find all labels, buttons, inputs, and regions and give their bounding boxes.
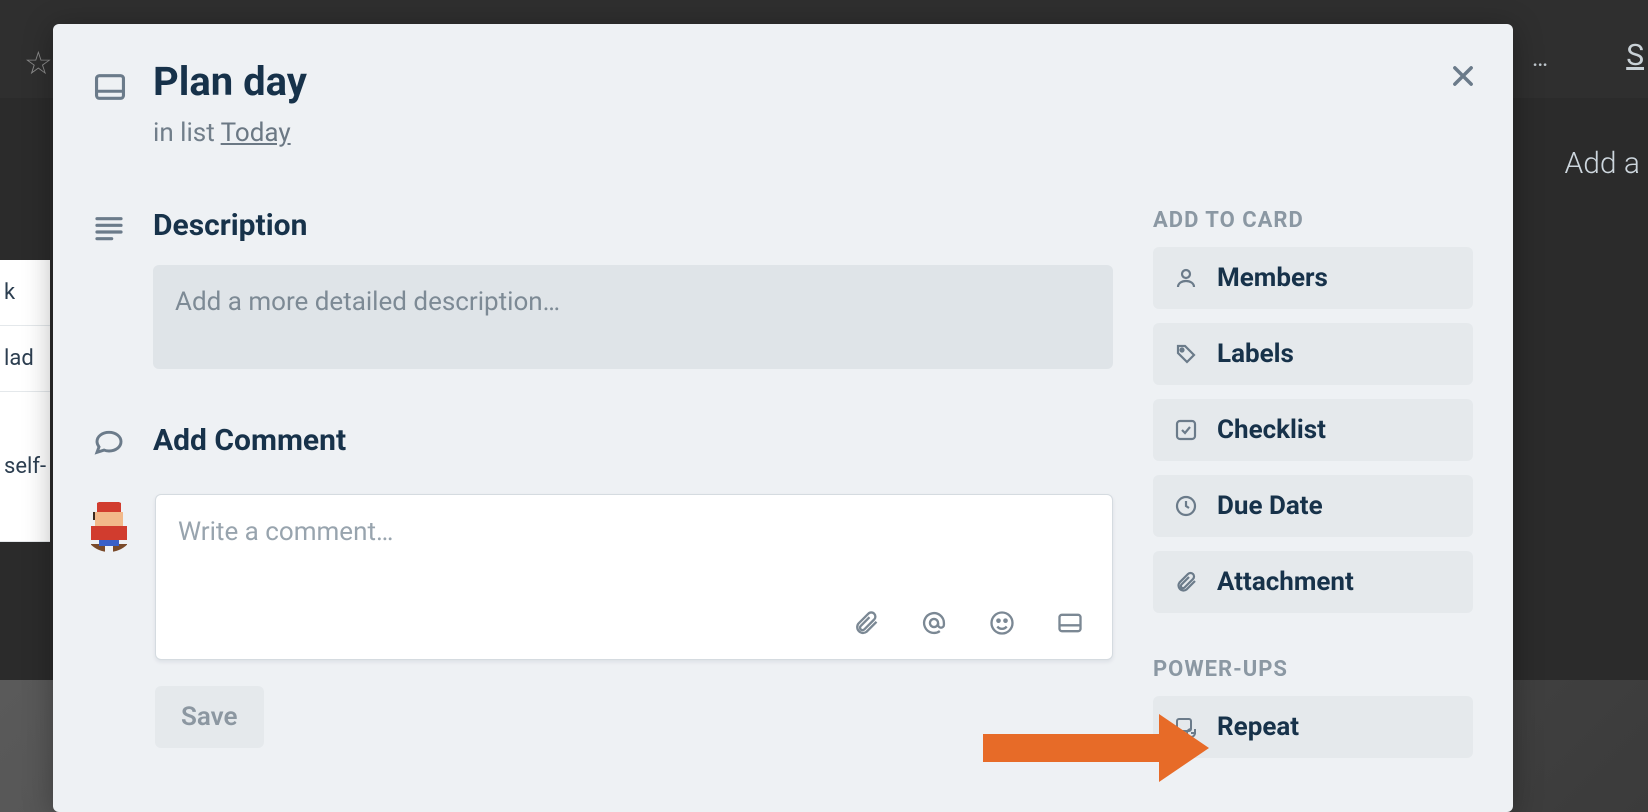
list-link[interactable]: Today [221, 118, 291, 148]
user-avatar[interactable] [83, 500, 135, 552]
close-button[interactable] [1437, 52, 1489, 104]
avatar-image [83, 500, 135, 552]
comment-input[interactable] [156, 495, 1112, 599]
ellipsis-icon: … [1532, 44, 1550, 72]
card-header: Plan day in list Today [93, 58, 1473, 148]
card-list-location: in list Today [153, 118, 307, 148]
background-list: k lad self- [0, 260, 50, 542]
background-card: self- [0, 392, 50, 542]
bg-text: self- [4, 454, 46, 479]
add-to-card-heading: ADD TO CARD [1153, 208, 1473, 233]
attachment-icon[interactable] [852, 609, 880, 641]
labels-button[interactable]: Labels [1153, 323, 1473, 385]
comment-section: Add Comment [93, 423, 1113, 480]
close-icon [1449, 62, 1477, 94]
power-ups-heading: POWER-UPS [1153, 657, 1473, 682]
due-date-button[interactable]: Due Date [1153, 475, 1473, 537]
person-icon [1173, 265, 1199, 291]
clock-icon [1173, 493, 1199, 519]
members-button[interactable]: Members [1153, 247, 1473, 309]
background-add-list: Add a [1557, 130, 1648, 197]
save-comment-button[interactable]: Save [155, 686, 264, 748]
description-input[interactable]: Add a more detailed description… [153, 265, 1113, 369]
star-icon: ☆ [24, 44, 53, 82]
tag-icon [1173, 341, 1199, 367]
repeat-button[interactable]: Repeat [1153, 696, 1473, 758]
checklist-label: Checklist [1217, 415, 1326, 445]
attachment-button[interactable]: Attachment [1153, 551, 1473, 613]
card-modal: Plan day in list Today Description Add a… [53, 24, 1513, 812]
comment-icon [93, 427, 127, 461]
checklist-icon [1173, 417, 1199, 443]
description-section: Description Add a more detailed descript… [93, 208, 1113, 369]
members-label: Members [1217, 263, 1328, 293]
comment-toolbar [156, 599, 1112, 659]
labels-label: Labels [1217, 339, 1294, 369]
description-icon [93, 212, 127, 246]
attachment-label: Attachment [1217, 567, 1354, 597]
card-icon[interactable] [1056, 609, 1084, 641]
description-heading: Description [153, 208, 1113, 243]
emoji-icon[interactable] [988, 609, 1016, 641]
due-date-label: Due Date [1217, 491, 1323, 521]
main-column: Description Add a more detailed descript… [93, 208, 1113, 772]
card-title[interactable]: Plan day [153, 58, 307, 106]
repeat-label: Repeat [1217, 712, 1299, 742]
background-card: lad [0, 326, 50, 392]
card-icon [93, 70, 127, 104]
paperclip-icon [1173, 569, 1199, 595]
in-list-prefix: in list [153, 118, 221, 148]
sidebar: ADD TO CARD Members Labels Checklist Due… [1153, 208, 1473, 772]
mention-icon[interactable] [920, 609, 948, 641]
comment-heading: Add Comment [153, 423, 1113, 458]
background-menu-letter: S [1626, 38, 1648, 73]
repeat-icon [1173, 714, 1199, 740]
background-card: k [0, 260, 50, 326]
checklist-button[interactable]: Checklist [1153, 399, 1473, 461]
comment-box [155, 494, 1113, 660]
